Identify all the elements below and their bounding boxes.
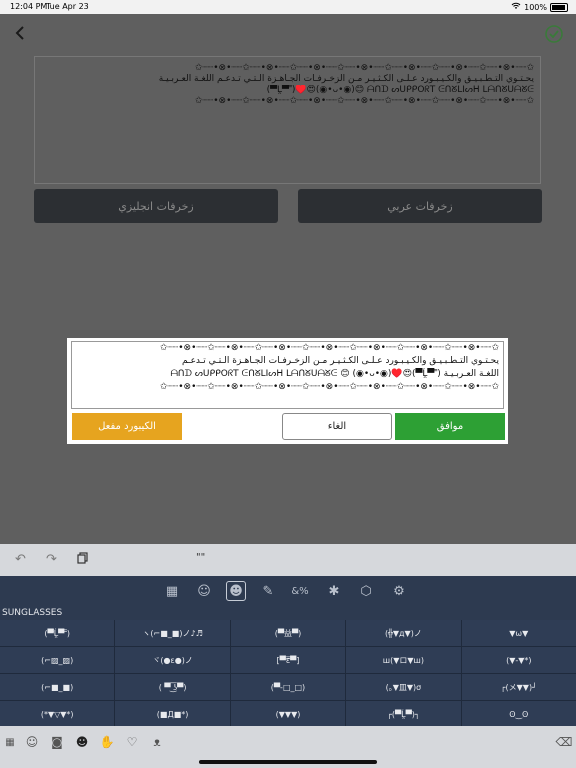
redo-icon[interactable]: ↷ <box>46 552 57 567</box>
kaomoji-key[interactable]: (╬▼д▼)ノ <box>346 620 461 646</box>
kaomoji-key[interactable]: ┌(メ▼▼)┘ <box>461 674 576 700</box>
keyboard-enabled-button[interactable]: الكيبورد مفعل <box>72 413 182 440</box>
wifi-icon <box>511 2 521 12</box>
grid-icon[interactable]: ▦ <box>2 734 18 750</box>
kaomoji-key[interactable]: ( ▀ ͜͞ʖ▀) <box>115 674 230 700</box>
backspace-icon[interactable]: ⌫ <box>556 734 573 750</box>
category-label: SUNGLASSES <box>0 606 576 620</box>
kaomoji-key[interactable]: ш(▼ロ▼ш) <box>346 647 461 673</box>
kaomoji-grid: (▀̿Ĺ̯▀̿ ̿) ヽ(⌐■_■)ノ♪♬ (▀益▀) (╬▼д▼)ノ ▼ω▼ … <box>0 620 576 727</box>
keyboard-category-tabs: ▦ ☺ ☻ ✎ &% ✱ ⬡ ⚙ <box>0 576 576 606</box>
grid-icon[interactable]: ▦ <box>162 581 182 601</box>
hand-icon[interactable]: ✋ <box>99 734 115 750</box>
paste-icon[interactable] <box>77 552 89 568</box>
english-decorations-button[interactable]: زخرفات انجليزي <box>34 189 278 223</box>
kaomoji-key[interactable]: (▀益▀) <box>230 620 346 646</box>
emoji-icon[interactable]: ☺ <box>194 581 214 601</box>
ok-button[interactable]: موافق <box>395 413 505 440</box>
kaomoji-key[interactable]: ┌(▀Ĺ̯▀)┐ <box>346 701 461 727</box>
dialog-text-line: ✩┈┈•⊗•┈┈✩┈┈•⊗•┈┈✩┈┈•⊗•┈┈✩┈┈•⊗•┈┈✩┈┈•⊗•┈┈… <box>159 382 499 392</box>
cube-icon[interactable]: ⬡ <box>356 581 376 601</box>
status-bar: 12:04 PM Tue Apr 23 100% <box>0 0 576 14</box>
status-date: Tue Apr 23 <box>46 2 89 11</box>
cancel-button[interactable]: الغاء <box>282 413 392 440</box>
kaomoji-key[interactable]: (■Д■*) <box>115 701 230 727</box>
dialog-text-field[interactable]: ✩┈┈•⊗•┈┈✩┈┈•⊗•┈┈✩┈┈•⊗•┈┈✩┈┈•⊗•┈┈✩┈┈•⊗•┈┈… <box>71 341 504 409</box>
confirm-button[interactable] <box>544 24 564 44</box>
text-line: ✩┈┈•⊗•┈┈✩┈┈•⊗•┈┈✩┈┈•⊗•┈┈✩┈┈•⊗•┈┈✩┈┈•⊗•┈┈… <box>194 96 534 106</box>
symbols-icon[interactable]: &% <box>290 581 310 601</box>
text-line: (▀̿Ĺ̯▀̿ ̿)♥️😍(◉•ᴗ•◉)😊 ᗩᑎᗪ ᔕᑌᑭᑭOᖇT ᕮᑎᘜᒪIᔕ… <box>266 85 534 95</box>
decorated-text-area[interactable]: ✩┈┈•⊗•┈┈✩┈┈•⊗•┈┈✩┈┈•⊗•┈┈✩┈┈•⊗•┈┈✩┈┈•⊗•┈┈… <box>34 56 541 184</box>
kaomoji-key[interactable]: ヾ(●ε●)ノ <box>115 647 230 673</box>
kaomoji-key[interactable]: (⌐■_■) <box>0 674 115 700</box>
art-icon[interactable]: ✎ <box>258 581 278 601</box>
dialog-text-line: ᗩᑎᗪ ᔕᑌᑭᑭOᖇT ᕮᑎᘜᒪIᔕᕼ ᒪᗩᑎᘜᑌᗩᘜᕮ 😊 (◉•ᴗ•◉)♥️… <box>170 369 499 379</box>
kaomoji-key[interactable]: (*▼▽▼*) <box>0 701 115 727</box>
kaomoji-key[interactable]: (▀̿Ĺ̯▀̿ ̿) <box>0 620 115 646</box>
arabic-decorations-button[interactable]: زخرفات عربي <box>298 189 542 223</box>
kaomoji-key[interactable]: (▼-▼*) <box>461 647 576 673</box>
kaomoji-icon[interactable]: ☻ <box>226 581 246 601</box>
face-icon[interactable]: ◙ <box>49 734 65 750</box>
dialog-text-line: ✩┈┈•⊗•┈┈✩┈┈•⊗•┈┈✩┈┈•⊗•┈┈✩┈┈•⊗•┈┈✩┈┈•⊗•┈┈… <box>159 343 499 353</box>
smile-icon[interactable]: ☺ <box>24 734 40 750</box>
keyboard-toolbar: ↶ ↷ "" <box>0 544 576 576</box>
kaomoji-key[interactable]: (▀̿-□_□) <box>230 674 346 700</box>
kaomoji-key[interactable]: (｡▼皿▼)σ <box>346 674 461 700</box>
status-time: 12:04 PM <box>10 2 48 11</box>
sunglasses-face-icon[interactable]: ☻ <box>74 734 90 750</box>
gear-icon[interactable]: ⚙ <box>389 581 409 601</box>
battery-icon <box>550 2 568 12</box>
status-right: 100% <box>511 2 568 12</box>
back-button[interactable] <box>12 24 30 42</box>
kaomoji-key[interactable]: (⌐▨_▨) <box>0 647 115 673</box>
dialog-text-line: يحـتـوي التـطـبـيـق والكـيـبـورد عـلـى ا… <box>181 356 499 366</box>
home-indicator <box>199 760 377 764</box>
chevron-left-icon <box>15 26 24 40</box>
text-line: ✩┈┈•⊗•┈┈✩┈┈•⊗•┈┈✩┈┈•⊗•┈┈✩┈┈•⊗•┈┈✩┈┈•⊗•┈┈… <box>194 63 534 73</box>
text-line: يحـتـوي التـطـبـيـق والكـيـبـورد عـلـى ا… <box>158 74 534 84</box>
animal-icon[interactable]: ᴥ <box>149 734 165 750</box>
kaomoji-key[interactable]: ヽ(⌐■_■)ノ♪♬ <box>115 620 230 646</box>
kaomoji-key[interactable]: [▀ɛ̿▀] <box>230 647 346 673</box>
quote-key[interactable]: "" <box>196 552 205 563</box>
confirm-dialog: ✩┈┈•⊗•┈┈✩┈┈•⊗•┈┈✩┈┈•⊗•┈┈✩┈┈•⊗•┈┈✩┈┈•⊗•┈┈… <box>67 338 508 444</box>
sparkle-icon[interactable]: ✱ <box>324 581 344 601</box>
kaomoji-key[interactable]: ʘ‿ʘ <box>461 701 576 727</box>
battery-percent: 100% <box>524 2 547 12</box>
undo-icon[interactable]: ↶ <box>15 552 26 567</box>
kaomoji-key[interactable]: (▼▼▼) <box>230 701 346 727</box>
check-circle-icon <box>545 25 563 43</box>
heart-icon[interactable]: ♡ <box>124 734 140 750</box>
kaomoji-key[interactable]: ▼ω▼ <box>461 620 576 646</box>
